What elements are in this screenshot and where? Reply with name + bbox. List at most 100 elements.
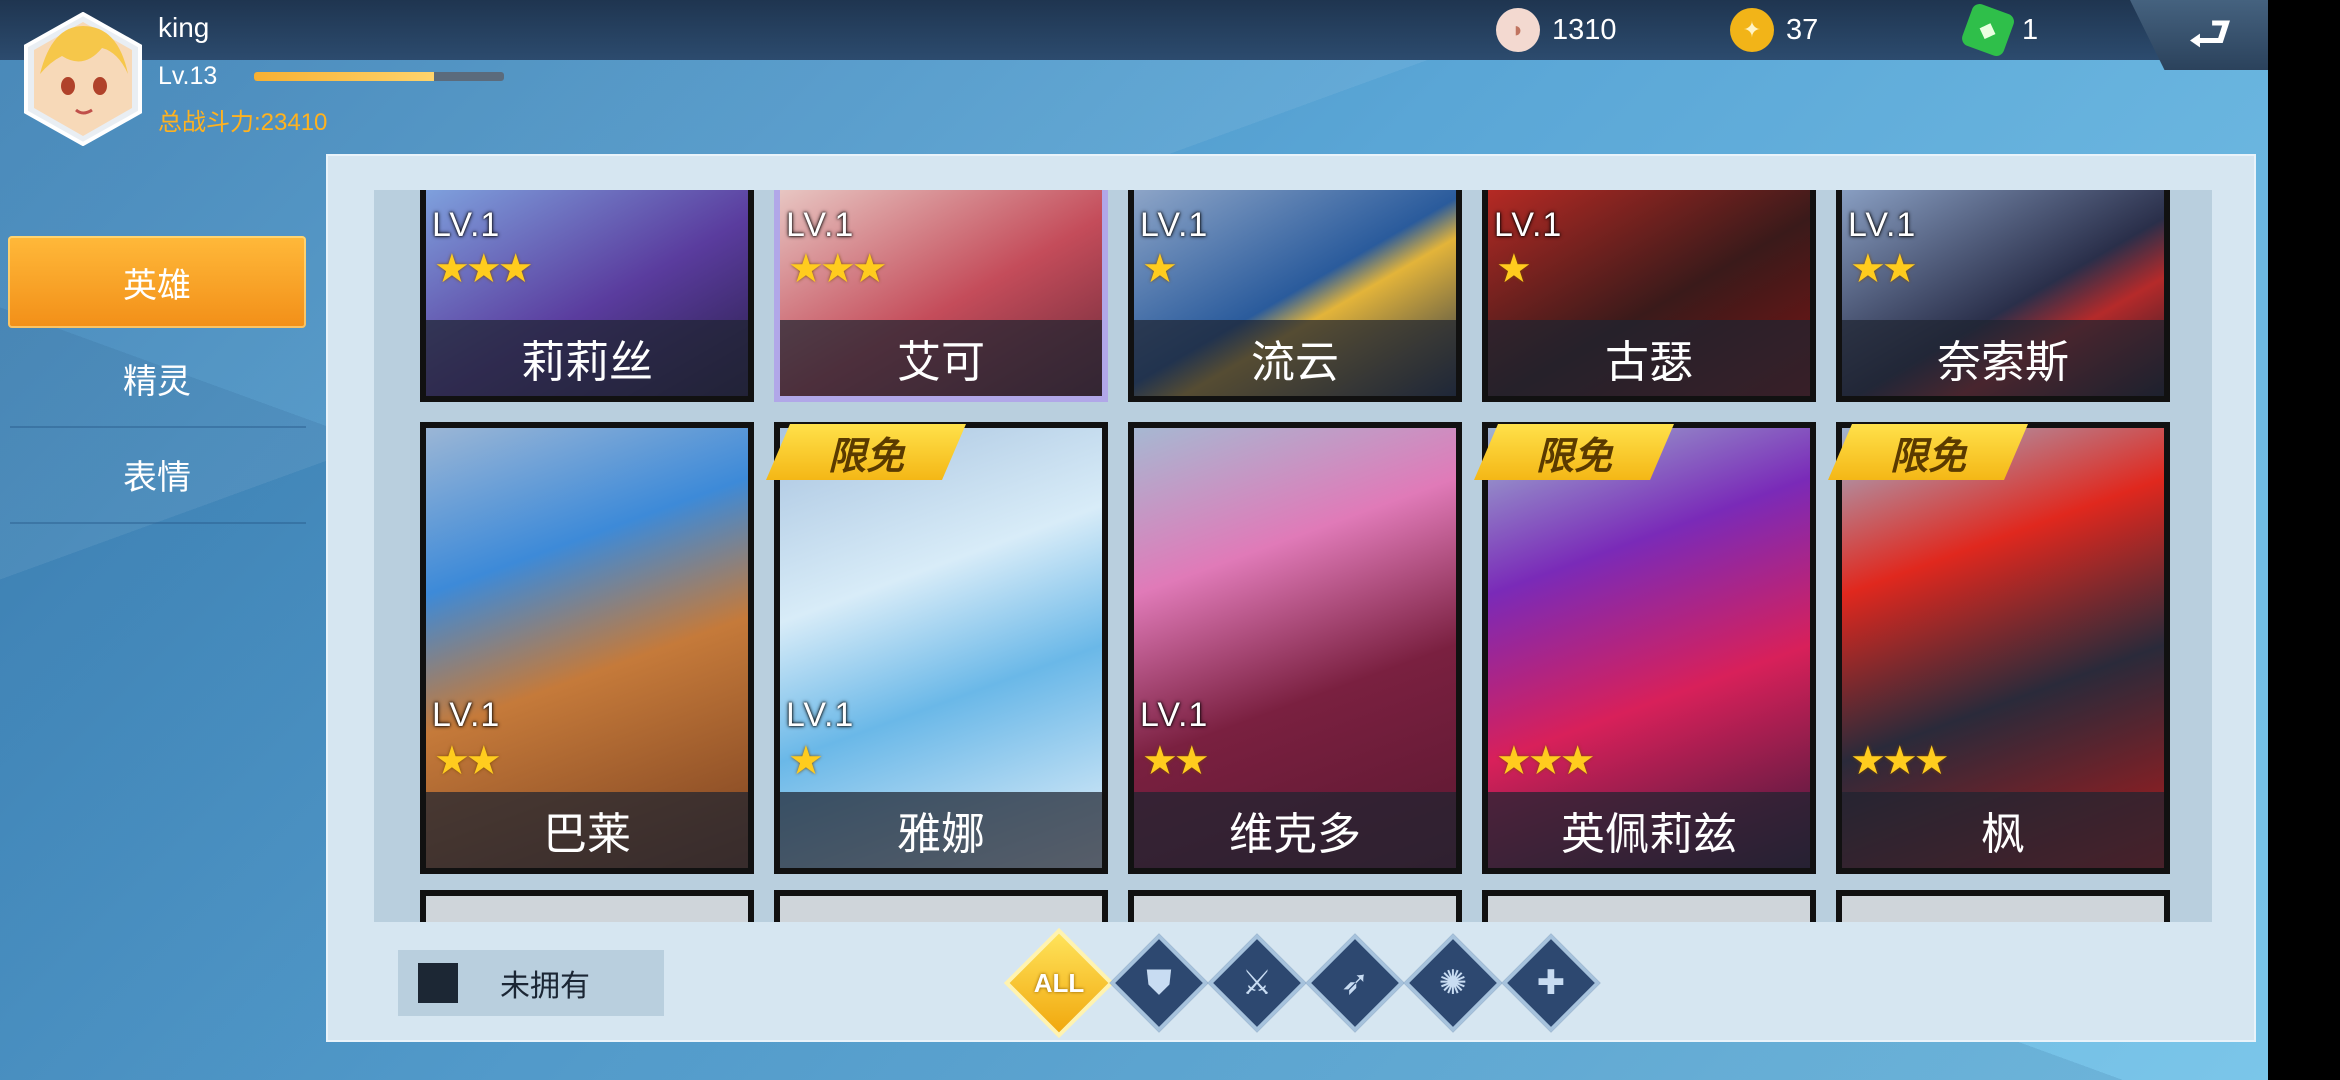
back-arrow-icon: ⮐ <box>2187 6 2233 62</box>
gem-count: 1 <box>2022 13 2039 46</box>
hero-name-text: 古瑟 <box>1605 338 1693 387</box>
hero-name: 维克多 <box>1134 792 1456 868</box>
hero-name: 巴莱 <box>426 792 748 868</box>
hero-stars: ★ <box>1496 247 1532 291</box>
hero-card-partial[interactable] <box>1482 890 1816 922</box>
badge-text: 限免 <box>1889 435 1966 478</box>
hero-card-partial[interactable] <box>774 890 1108 922</box>
tab-label: 表情 <box>123 458 191 497</box>
hero-name: 莉莉丝 <box>426 320 748 396</box>
badge-text: 限免 <box>827 435 904 478</box>
tab-spirits[interactable]: 精灵 <box>8 332 306 424</box>
hero-name-text: 巴莱 <box>543 810 631 859</box>
hero-card-balai[interactable]: LV.1 ★★ 巴莱 <box>420 422 754 874</box>
hero-card-partial[interactable] <box>1128 890 1462 922</box>
hero-stars: ★★★ <box>788 247 888 291</box>
hero-level: LV.1 <box>432 696 501 734</box>
hero-grid[interactable]: LV.1 ★★★ 莉莉丝 LV.1 ★★★ 艾可 LV.1 ★ 流云 LV.1 … <box>374 190 2212 922</box>
resource-shells[interactable]: ◗ 1310 <box>1496 6 1617 54</box>
hero-art <box>1842 896 2164 922</box>
hero-level: LV.1 <box>1140 206 1209 244</box>
hero-stars: ★★ <box>1850 247 1918 291</box>
shell-count: 1310 <box>1552 13 1617 46</box>
hero-name-text: 艾可 <box>897 338 985 387</box>
hero-name: 古瑟 <box>1488 320 1810 396</box>
hero-name: 雅娜 <box>780 792 1102 868</box>
sword-class-icon: ⚔ <box>1241 964 1273 1002</box>
hero-stars: ★★ <box>434 739 502 783</box>
hero-name: 流云 <box>1134 320 1456 396</box>
green-gem-icon: ◆ <box>1959 1 2017 59</box>
player-avatar[interactable] <box>22 11 144 147</box>
hero-card-partial[interactable] <box>420 890 754 922</box>
hero-card-victor[interactable]: LV.1 ★★ 维克多 <box>1128 422 1462 874</box>
hero-name-text: 维克多 <box>1229 810 1361 859</box>
top-bar <box>0 0 2268 60</box>
unowned-checkbox[interactable] <box>418 963 458 1003</box>
gold-coin-icon: ✦ <box>1730 8 1774 52</box>
resource-gems[interactable]: ◆ 1 <box>1959 1 2039 59</box>
tab-emotes[interactable]: 表情 <box>8 428 306 520</box>
hero-name: 英佩莉兹 <box>1488 792 1810 868</box>
hero-name: 奈索斯 <box>1842 320 2164 396</box>
player-level: Lv.13 <box>158 62 218 90</box>
screen-edge <box>2268 0 2340 1080</box>
hero-card-guse[interactable]: LV.1 ★ 古瑟 <box>1482 190 1816 402</box>
hero-art <box>1488 896 1810 922</box>
hero-name-text: 雅娜 <box>897 810 985 859</box>
hero-card-lilith[interactable]: LV.1 ★★★ 莉莉丝 <box>420 190 754 402</box>
hero-card-partial[interactable] <box>1836 890 2170 922</box>
tab-heroes[interactable]: 英雄 <box>8 236 306 328</box>
hero-card-aike[interactable]: LV.1 ★★★ 艾可 <box>774 190 1108 402</box>
hero-stars: ★★ <box>1142 739 1210 783</box>
magic-class-icon: ✺ <box>1438 964 1468 1002</box>
player-name: king <box>158 12 210 43</box>
hero-stars: ★ <box>788 739 824 783</box>
hero-name: 艾可 <box>780 320 1102 396</box>
hero-level: LV.1 <box>1140 696 1209 734</box>
hero-art <box>780 896 1102 922</box>
hero-card-liuyun[interactable]: LV.1 ★ 流云 <box>1128 190 1462 402</box>
unowned-filter[interactable]: 未拥有 <box>398 950 664 1016</box>
limited-free-badge: 限免 <box>1828 424 2028 480</box>
hero-level: LV.1 <box>786 696 855 734</box>
hero-level: LV.1 <box>1848 206 1917 244</box>
badge-text: 限免 <box>1535 435 1612 478</box>
healer-class-icon: ✚ <box>1536 964 1566 1002</box>
hero-name-text: 流云 <box>1251 338 1339 387</box>
xp-bar-fill <box>254 72 434 81</box>
hero-name-text: 莉莉丝 <box>521 338 653 387</box>
total-power: 总战斗力:23410 <box>158 109 328 136</box>
filter-all-label: ALL <box>1033 967 1085 998</box>
all-icon: ALL <box>1024 948 1094 1018</box>
hero-level: LV.1 <box>432 206 501 244</box>
hero-stars: ★★★ <box>434 247 534 291</box>
limited-free-badge: 限免 <box>766 424 966 480</box>
hero-stars: ★ <box>1142 247 1178 291</box>
hero-card-yingpeilizi[interactable]: ★★★ 英佩莉兹 <box>1482 422 1816 874</box>
back-button[interactable]: ⮐ <box>2170 6 2250 62</box>
unowned-label: 未拥有 <box>500 970 590 1003</box>
hero-art <box>1134 896 1456 922</box>
hero-name-text: 枫 <box>1981 810 2025 859</box>
bow-class-icon: ➶ <box>1340 964 1370 1002</box>
xp-bar <box>254 72 504 81</box>
resource-gold[interactable]: ✦ 37 <box>1730 6 1818 54</box>
shell-icon: ◗ <box>1496 8 1540 52</box>
shield-class-icon: ⛊ <box>1146 963 1172 1002</box>
hero-level: LV.1 <box>786 206 855 244</box>
hero-card-feng[interactable]: ★★★ 枫 <box>1836 422 2170 874</box>
gold-count: 37 <box>1786 13 1819 46</box>
hero-name-text: 英佩莉兹 <box>1561 810 1737 859</box>
hero-stars: ★★★ <box>1496 739 1596 783</box>
hero-card-yana[interactable]: LV.1 ★ 雅娜 <box>774 422 1108 874</box>
hero-name-text: 奈索斯 <box>1937 338 2069 387</box>
divider <box>10 522 306 524</box>
limited-free-badge: 限免 <box>1474 424 1674 480</box>
hero-card-naisuosi[interactable]: LV.1 ★★ 奈索斯 <box>1836 190 2170 402</box>
tab-label: 英雄 <box>123 266 191 305</box>
tab-label: 精灵 <box>123 362 191 401</box>
hero-level: LV.1 <box>1494 206 1563 244</box>
hero-stars: ★★★ <box>1850 739 1950 783</box>
hero-name: 枫 <box>1842 792 2164 868</box>
